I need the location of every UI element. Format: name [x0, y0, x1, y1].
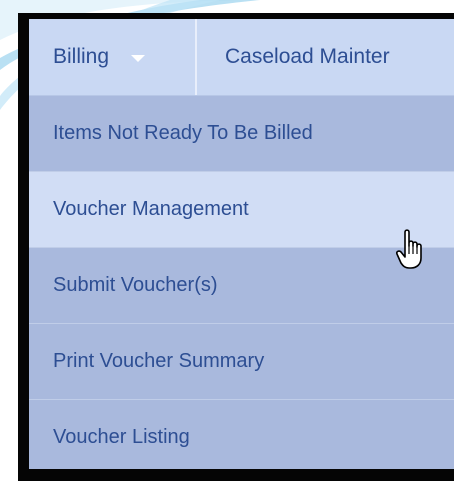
billing-dropdown-menu: Items Not Ready To Be Billed Voucher Man… [29, 96, 454, 469]
menu-item-label: Voucher Management [53, 198, 249, 220]
menu-item-voucher-management[interactable]: Voucher Management [29, 172, 454, 248]
menu-item-items-not-ready[interactable]: Items Not Ready To Be Billed [29, 96, 454, 172]
menu-item-submit-vouchers[interactable]: Submit Voucher(s) [29, 248, 454, 324]
menu-item-label: Print Voucher Summary [53, 350, 265, 372]
menu-item-label: Items Not Ready To Be Billed [53, 122, 313, 144]
screenshot-stage: Billing Caseload Mainter Items Not Ready… [0, 0, 454, 481]
chevron-down-icon [131, 54, 146, 62]
menu-item-voucher-listing[interactable]: Voucher Listing [29, 400, 454, 469]
menu-bar: Billing Caseload Mainter [29, 19, 454, 96]
app-window: Billing Caseload Mainter Items Not Ready… [29, 19, 454, 469]
menu-item-print-voucher-summary[interactable]: Print Voucher Summary [29, 324, 454, 400]
menu-billing-label: Billing [53, 45, 110, 68]
app-window-frame: Billing Caseload Mainter Items Not Ready… [18, 13, 454, 481]
menu-item-label: Voucher Listing [53, 426, 190, 448]
menu-billing[interactable]: Billing [29, 19, 197, 95]
menu-caseload-maintenance[interactable]: Caseload Mainter [197, 19, 390, 95]
menu-caseload-label: Caseload Mainter [225, 45, 390, 68]
menu-item-label: Submit Voucher(s) [53, 274, 218, 296]
